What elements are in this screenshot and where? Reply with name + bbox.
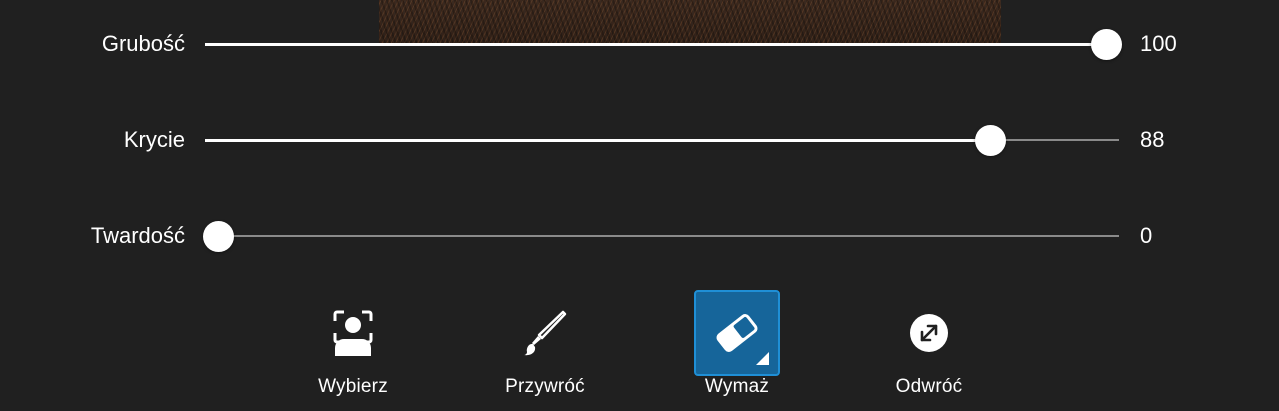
slider-hardness-thumb[interactable]: [202, 220, 234, 252]
eraser-icon: [716, 314, 758, 352]
slider-thickness-value: 100: [1140, 31, 1177, 56]
slider-hardness: Twardość 0: [0, 216, 1279, 256]
slider-thickness-track[interactable]: [205, 42, 1119, 46]
restore-tool-label: Przywróć: [505, 376, 585, 397]
tool-bar: Wybierz Przywróć Wymaż Odwróć: [0, 288, 1279, 411]
slider-opacity: Krycie 88: [0, 120, 1279, 160]
slider-hardness-value: 0: [1140, 223, 1153, 248]
erase-tool-icon-box: [694, 290, 780, 376]
brush-icon: [524, 310, 567, 356]
erase-tool-label: Wymaż: [704, 376, 770, 397]
slider-opacity-label: Krycie: [123, 127, 185, 152]
slider-thickness-fill: [205, 42, 1106, 46]
slider-opacity-thumb[interactable]: [975, 124, 1007, 156]
select-tool-label: Wybierz: [318, 376, 388, 397]
restore-tool-icon-box: [502, 290, 588, 376]
invert-icon: [910, 314, 948, 352]
slider-opacity-fill: [205, 138, 991, 142]
slider-hardness-label: Twardość: [90, 223, 185, 248]
slider-opacity-value: 88: [1140, 127, 1165, 152]
person-select-icon: [333, 310, 373, 356]
invert-tool-label: Odwróć: [895, 376, 963, 397]
tool-options-indicator: [756, 352, 769, 365]
slider-thickness-label: Grubość: [101, 31, 185, 56]
select-tool-button[interactable]: Wybierz: [288, 288, 418, 411]
slider-thickness: Grubość 100: [0, 24, 1279, 64]
invert-tool-button[interactable]: Odwróć: [864, 288, 994, 411]
brush-settings-panel: Grubość 100 Krycie 88 Twardość 0 Wybierz…: [0, 0, 1279, 411]
slider-hardness-track[interactable]: [205, 234, 1119, 238]
slider-thickness-thumb[interactable]: [1090, 28, 1122, 60]
select-tool-icon-box: [310, 290, 396, 376]
erase-tool-button[interactable]: Wymaż: [672, 288, 802, 411]
invert-tool-icon-box: [886, 290, 972, 376]
restore-tool-button[interactable]: Przywróć: [480, 288, 610, 411]
